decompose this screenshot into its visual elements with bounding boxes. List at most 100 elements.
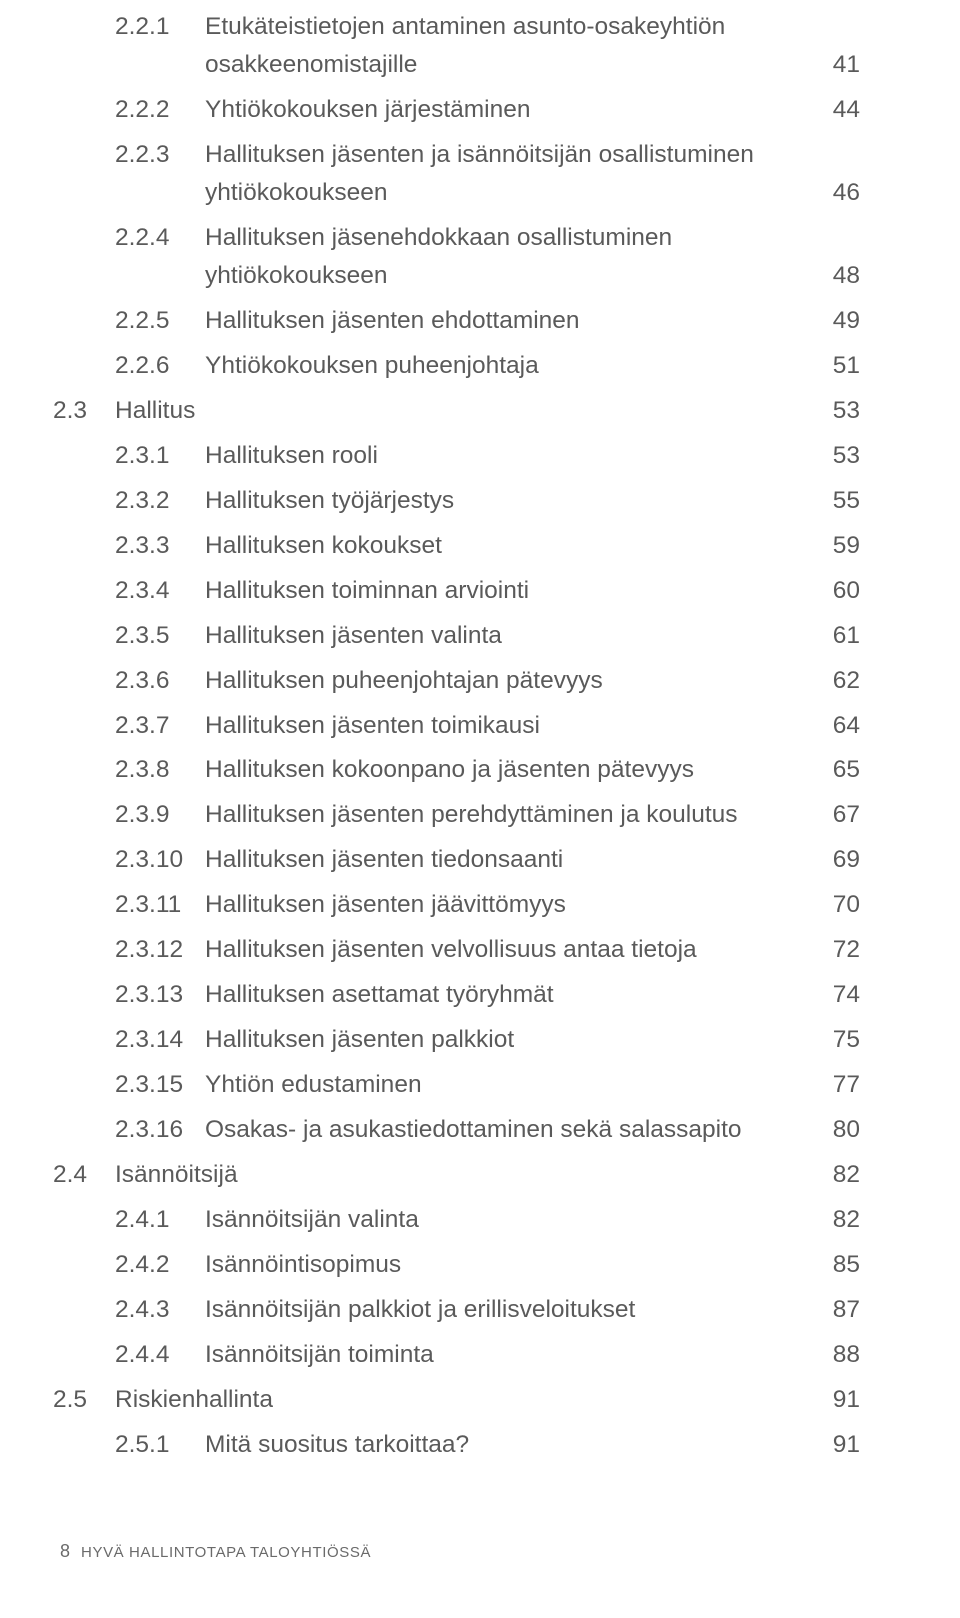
toc-page: 51 (810, 347, 860, 385)
toc-page: 87 (810, 1291, 860, 1329)
toc-number: 2.3.6 (115, 662, 205, 700)
toc-number: 2.2.2 (115, 91, 205, 129)
toc-title: Isännöintisopimus (205, 1246, 810, 1284)
toc-page: 41 (810, 46, 860, 84)
toc-row: 2.3.14Hallituksen jäsenten palkkiot75 (115, 1021, 860, 1059)
toc-page: 44 (810, 91, 860, 129)
toc-title: Isännöitsijän toiminta (205, 1336, 810, 1374)
toc-page: 74 (810, 976, 860, 1014)
toc-row: 2.4.2Isännöintisopimus85 (115, 1246, 860, 1284)
toc-row: 2.3.7Hallituksen jäsenten toimikausi64 (115, 707, 860, 745)
toc-row: 2.4.1Isännöitsijän valinta82 (115, 1201, 860, 1239)
toc-page: 48 (810, 257, 860, 295)
toc-row: 2.2.4Hallituksen jäsenehdokkaan osallist… (115, 219, 860, 295)
toc-row: 2.3.4Hallituksen toiminnan arviointi60 (115, 572, 860, 610)
toc-row: 2.3.16Osakas- ja asukastiedottaminen sek… (115, 1111, 860, 1149)
toc-number: 2.2.6 (115, 347, 205, 385)
toc-title: Hallituksen jäsenten ehdottaminen (205, 302, 810, 340)
toc-number: 2.3.11 (115, 886, 205, 924)
toc-page: 91 (810, 1426, 860, 1464)
page: 2.2.1Etukäteistietojen antaminen asunto-… (0, 0, 960, 1618)
toc-row: 2.3.13Hallituksen asettamat työryhmät74 (115, 976, 860, 1014)
toc-title: Hallituksen rooli (205, 437, 810, 475)
toc-title: Hallituksen jäsenten valinta (205, 617, 810, 655)
toc-title: Isännöitsijän palkkiot ja erillisveloitu… (205, 1291, 810, 1329)
toc-number: 2.2.4 (115, 219, 205, 257)
table-of-contents: 2.2.1Etukäteistietojen antaminen asunto-… (115, 8, 860, 1464)
toc-number: 2.3.8 (115, 751, 205, 789)
toc-page: 82 (810, 1201, 860, 1239)
toc-number: 2.3.15 (115, 1066, 205, 1104)
toc-page: 53 (810, 437, 860, 475)
toc-number: 2.3.3 (115, 527, 205, 565)
toc-page: 88 (810, 1336, 860, 1374)
toc-title: Riskienhallinta (115, 1381, 810, 1419)
toc-title: Yhtiökokouksen puheenjohtaja (205, 347, 810, 385)
toc-row: 2.3.15Yhtiön edustaminen77 (115, 1066, 860, 1104)
toc-title: Hallituksen jäsenten jäävittömyys (205, 886, 810, 924)
toc-row: 2.2.6Yhtiökokouksen puheenjohtaja51 (115, 347, 860, 385)
toc-number: 2.3.12 (115, 931, 205, 969)
toc-title: Hallituksen jäsenten ja isännöitsijän os… (205, 136, 810, 212)
toc-row: 2.3.10Hallituksen jäsenten tiedonsaanti6… (115, 841, 860, 879)
toc-title: Hallituksen työjärjestys (205, 482, 810, 520)
toc-title: Hallituksen jäsenten palkkiot (205, 1021, 810, 1059)
toc-number: 2.4.1 (115, 1201, 205, 1239)
toc-page: 72 (810, 931, 860, 969)
toc-row: 2.3.12Hallituksen jäsenten velvollisuus … (115, 931, 860, 969)
toc-row: 2.2.1Etukäteistietojen antaminen asunto-… (115, 8, 860, 84)
toc-row: 2.3.5Hallituksen jäsenten valinta61 (115, 617, 860, 655)
toc-page: 69 (810, 841, 860, 879)
toc-page: 82 (810, 1156, 860, 1194)
toc-page: 49 (810, 302, 860, 340)
toc-number: 2.4.4 (115, 1336, 205, 1374)
toc-row: 2.5Riskienhallinta91 (115, 1381, 860, 1419)
toc-page: 53 (810, 392, 860, 430)
toc-number: 2.3.9 (115, 796, 205, 834)
toc-title: Hallituksen jäsenten toimikausi (205, 707, 810, 745)
toc-number: 2.3.5 (115, 617, 205, 655)
toc-number: 2.2.1 (115, 8, 205, 46)
toc-number: 2.5.1 (115, 1426, 205, 1464)
toc-row: 2.4Isännöitsijä82 (115, 1156, 860, 1194)
toc-row: 2.4.3Isännöitsijän palkkiot ja erillisve… (115, 1291, 860, 1329)
toc-row: 2.4.4Isännöitsijän toiminta88 (115, 1336, 860, 1374)
toc-row: 2.3Hallitus53 (115, 392, 860, 430)
toc-number: 2.2.5 (115, 302, 205, 340)
toc-page: 60 (810, 572, 860, 610)
toc-title: Hallituksen kokoonpano ja jäsenten pätev… (205, 751, 810, 789)
toc-page: 62 (810, 662, 860, 700)
toc-row: 2.2.5Hallituksen jäsenten ehdottaminen49 (115, 302, 860, 340)
toc-title: Hallitus (115, 392, 810, 430)
toc-number: 2.3.16 (115, 1111, 205, 1149)
toc-page: 85 (810, 1246, 860, 1284)
toc-title: Hallituksen toiminnan arviointi (205, 572, 810, 610)
footer-doc-title: HYVÄ HALLINTOTAPA TALOYHTIÖSSÄ (81, 1544, 371, 1561)
toc-number: 2.3.1 (115, 437, 205, 475)
toc-row: 2.3.3Hallituksen kokoukset59 (115, 527, 860, 565)
toc-number: 2.3.7 (115, 707, 205, 745)
toc-title: Hallituksen jäsenehdokkaan osallistumine… (205, 219, 810, 295)
toc-row: 2.3.6Hallituksen puheenjohtajan pätevyys… (115, 662, 860, 700)
toc-number: 2.3 (53, 392, 115, 430)
toc-page: 55 (810, 482, 860, 520)
toc-page: 64 (810, 707, 860, 745)
toc-row: 2.3.11Hallituksen jäsenten jäävittömyys7… (115, 886, 860, 924)
toc-page: 70 (810, 886, 860, 924)
page-footer: 8 HYVÄ HALLINTOTAPA TALOYHTIÖSSÄ (60, 1541, 371, 1562)
toc-row: 2.2.2Yhtiökokouksen järjestäminen44 (115, 91, 860, 129)
toc-title: Hallituksen asettamat työryhmät (205, 976, 810, 1014)
toc-number: 2.5 (53, 1381, 115, 1419)
toc-title: Yhtiön edustaminen (205, 1066, 810, 1104)
toc-number: 2.3.4 (115, 572, 205, 610)
footer-page-number: 8 (60, 1541, 70, 1561)
toc-title: Mitä suositus tarkoittaa? (205, 1426, 810, 1464)
toc-number: 2.3.2 (115, 482, 205, 520)
toc-row: 2.3.9Hallituksen jäsenten perehdyttämine… (115, 796, 860, 834)
toc-page: 75 (810, 1021, 860, 1059)
toc-number: 2.3.10 (115, 841, 205, 879)
toc-number: 2.2.3 (115, 136, 205, 174)
toc-row: 2.3.1Hallituksen rooli53 (115, 437, 860, 475)
toc-title: Isännöitsijä (115, 1156, 810, 1194)
toc-title: Yhtiökokouksen järjestäminen (205, 91, 810, 129)
